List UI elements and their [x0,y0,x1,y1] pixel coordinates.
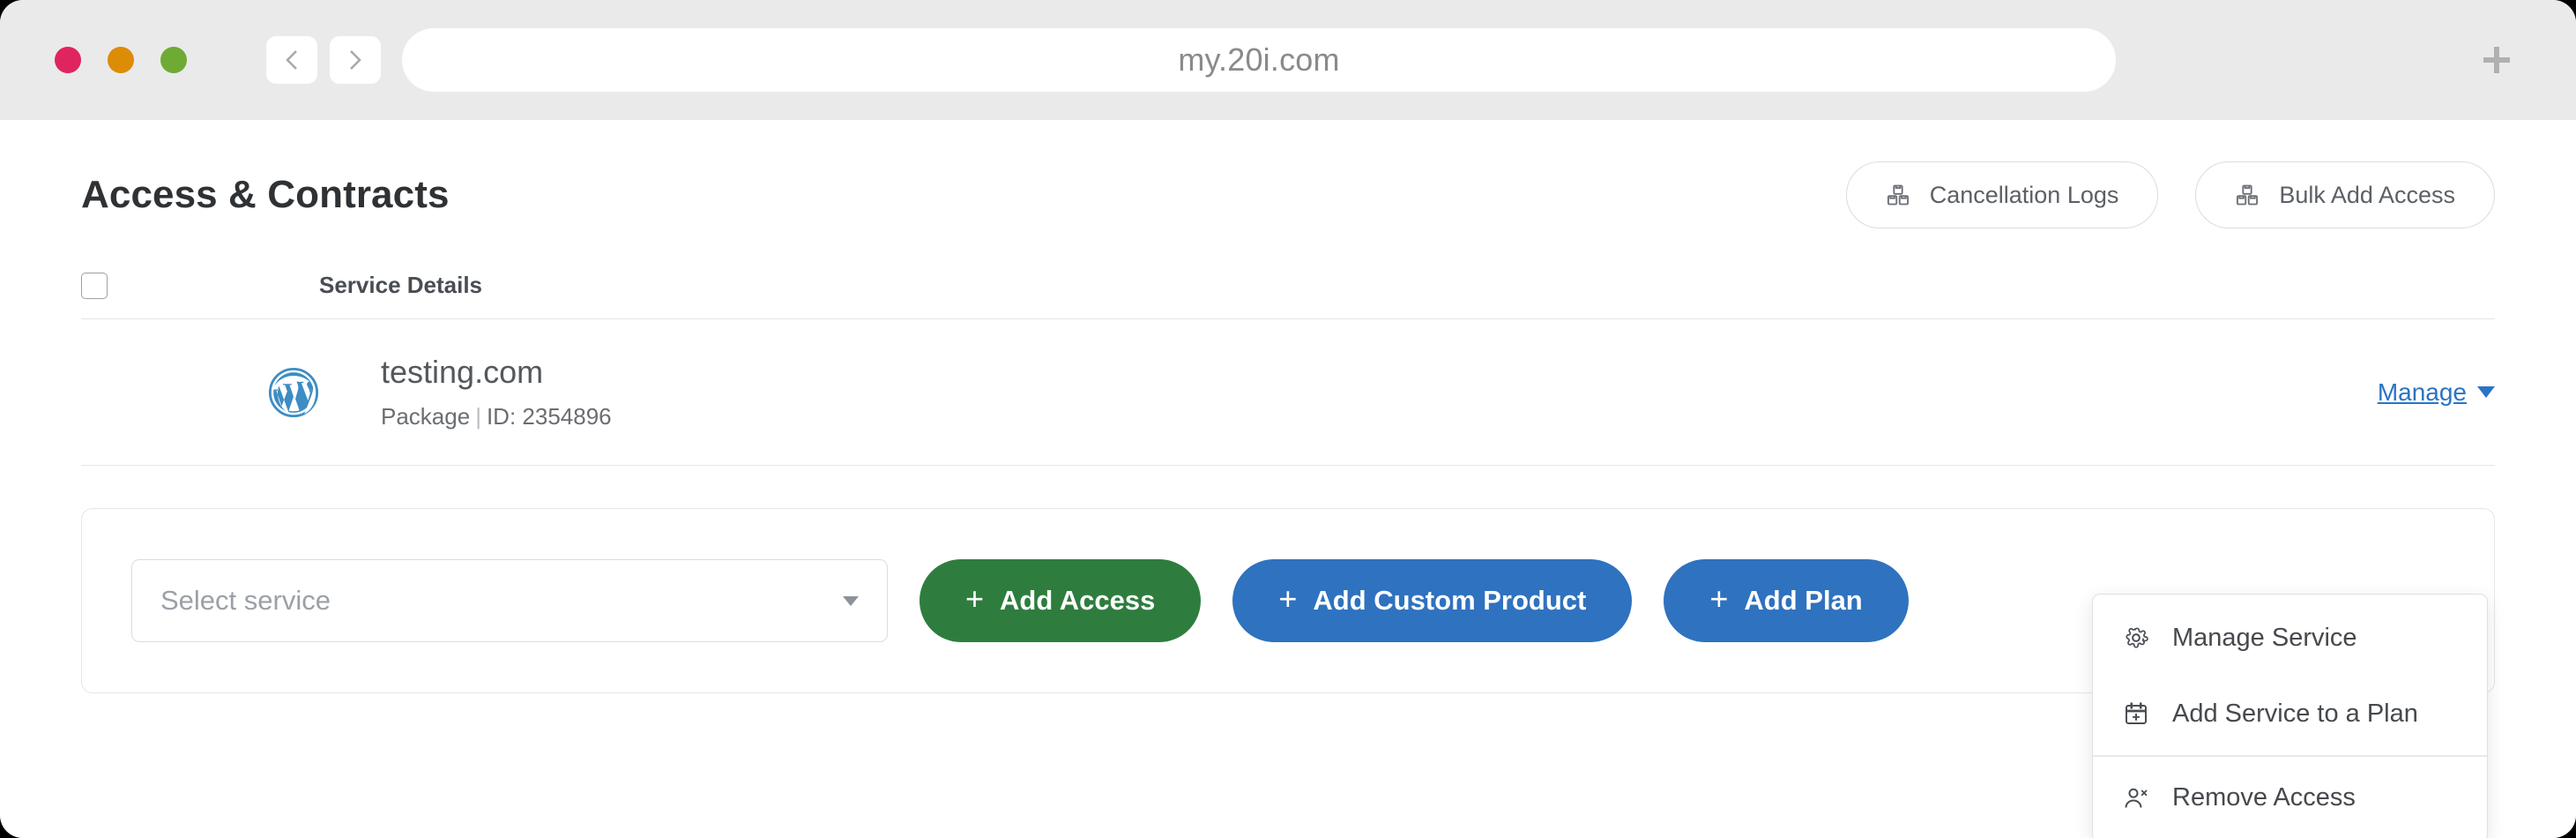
browser-window: my.20i.com Access & Contracts Cancellati… [0,0,2576,838]
manage-dropdown-toggle[interactable]: Manage [2378,378,2495,407]
select-service-placeholder: Select service [160,585,331,616]
column-header-service-details: Service Details [319,272,483,298]
new-tab-button[interactable] [2472,35,2521,85]
boxes-icon [1887,184,1909,206]
cancellation-logs-label: Cancellation Logs [1929,181,2119,208]
menu-item-manage-service[interactable]: Manage Service [2093,600,2487,676]
page-header: Access & Contracts Cancellation Logs Bul… [81,120,2495,252]
browser-chrome-bar: my.20i.com [0,0,2576,120]
caret-down-icon [2477,386,2495,398]
traffic-lights [55,47,187,73]
page-title: Access & Contracts [81,173,450,216]
add-access-button[interactable]: + Add Access [919,559,1202,642]
select-all-checkbox[interactable] [81,272,108,299]
add-plan-button[interactable]: + Add Plan [1664,559,1909,642]
header-actions: Cancellation Logs Bulk Add Access [1845,161,2495,228]
chevron-right-icon [350,50,361,70]
service-meta: Package | ID: 2354896 [381,403,612,430]
url-text: my.20i.com [1178,41,1340,78]
navigation-buttons [266,36,381,84]
add-custom-product-label: Add Custom Product [1313,585,1587,616]
menu-item-add-service-to-plan[interactable]: Add Service to a Plan [2093,676,2487,752]
wordpress-icon [268,367,319,417]
forward-button[interactable] [330,36,381,84]
service-details-cell: testing.com Package | ID: 2354896 [319,354,612,430]
service-type: Package [381,403,471,430]
bulk-add-access-label: Bulk Add Access [2279,181,2455,208]
plus-icon [2483,47,2510,73]
plus-icon: + [1278,580,1298,617]
meta-separator: | [475,403,481,430]
menu-item-add-service-to-plan-label: Add Service to a Plan [2172,699,2418,728]
service-id: ID: 2354896 [486,403,612,430]
user-remove-icon [2125,788,2148,808]
manage-label: Manage [2377,378,2467,406]
chevron-left-icon [286,50,297,70]
caret-down-icon [843,595,859,606]
select-all-cell [81,272,319,299]
calendar-plus-icon [2126,702,2148,725]
page-content: Access & Contracts Cancellation Logs Bul… [0,120,2576,838]
menu-item-manage-service-label: Manage Service [2172,623,2357,652]
manage-dropdown-menu: Manage Service Add Service to a Plan Rem… [2092,594,2488,838]
gear-icon [2126,627,2148,648]
add-custom-product-button[interactable]: + Add Custom Product [1232,559,1633,642]
menu-divider [2093,755,2487,757]
back-button[interactable] [266,36,317,84]
table-row: testing.com Package | ID: 2354896 Manage [81,319,2495,466]
maximize-window-button[interactable] [160,47,187,73]
bulk-add-access-button[interactable]: Bulk Add Access [2195,161,2495,228]
add-access-label: Add Access [1000,585,1156,616]
cancellation-logs-button[interactable]: Cancellation Logs [1845,161,2159,228]
row-actions: Manage [2378,378,2495,407]
close-window-button[interactable] [55,47,81,73]
service-name: testing.com [381,354,544,390]
select-service-dropdown[interactable]: Select service [131,559,888,642]
service-logo-cell [81,360,319,425]
menu-item-remove-access-label: Remove Access [2172,783,2356,812]
add-plan-label: Add Plan [1744,585,1863,616]
menu-item-remove-access[interactable]: Remove Access [2093,760,2487,836]
boxes-icon [2237,184,2259,206]
minimize-window-button[interactable] [108,47,134,73]
table-header-row: Service Details [81,252,2495,319]
address-bar[interactable]: my.20i.com [402,28,2116,92]
plus-icon: + [1709,580,1729,617]
plus-icon: + [965,580,985,617]
